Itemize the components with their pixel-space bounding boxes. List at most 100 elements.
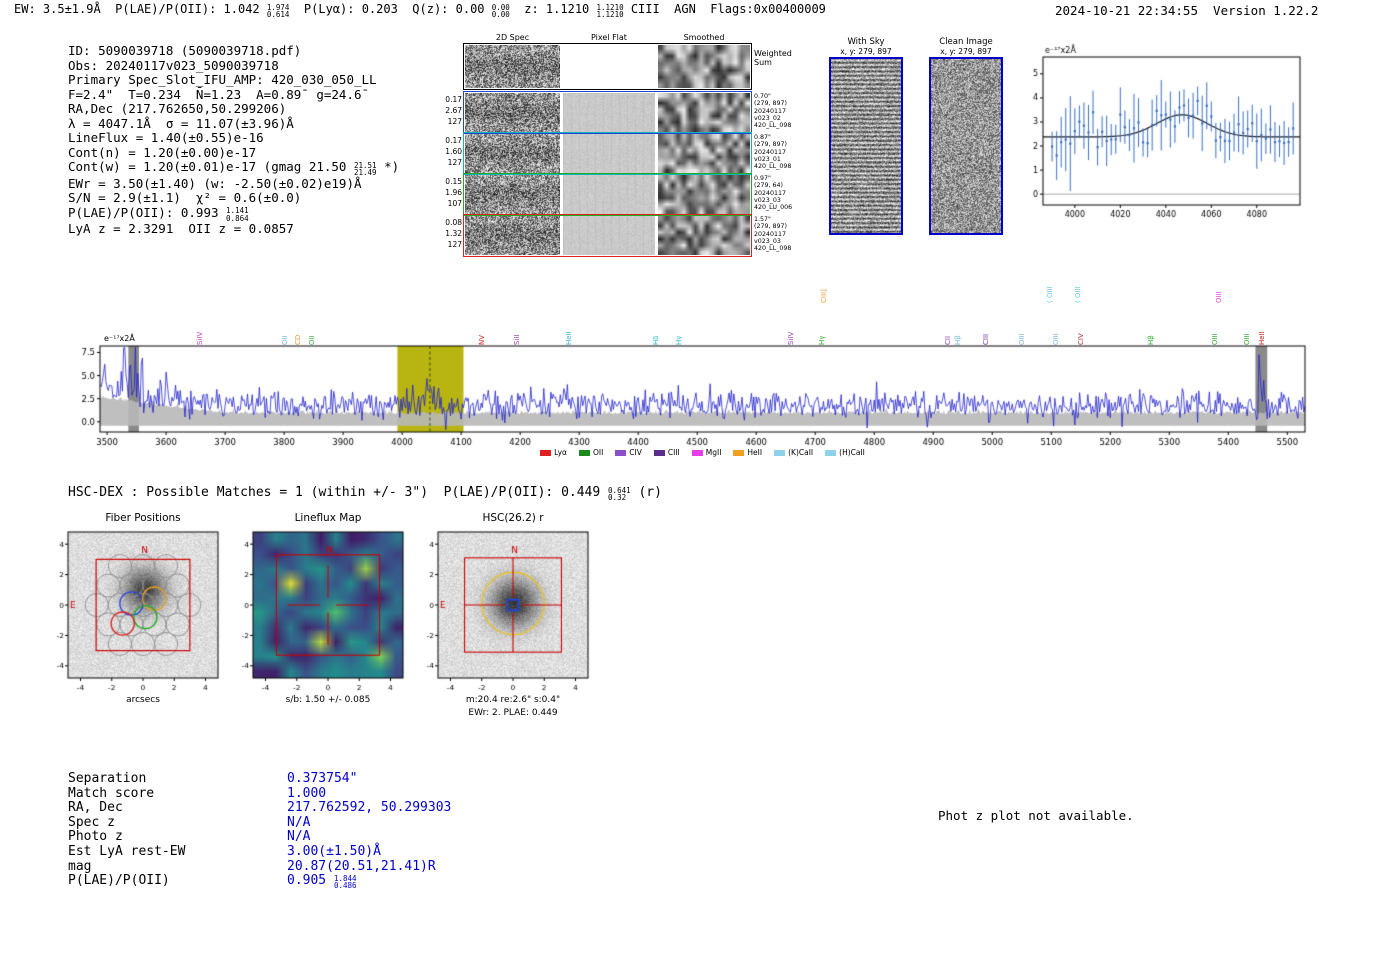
text-run: 3.00(±1.50)Å [287,843,381,859]
fiber-weight-labels: 0.15 1.96 107 [432,176,462,209]
value-uncertainty-range: 1.974 0.614 [266,2,290,19]
emission-line-label: ( OIII [1074,286,1083,303]
text-run: F=2.4" T=0.234 N̄=1.23 A=0.89̄ g=24.6̄ [68,86,362,102]
withsky-image [831,59,901,233]
info-line: P(LAE)/P(OII): 0.993 1.141 0.864 [68,204,399,222]
spectrum-legend: Lyα OII CIV CIII MgII HeII (K)CaII (H)CaII [80,448,1325,457]
fiber-annotation: 0.87" (279, 897) 20240117 v023_01 420_LL_098 [754,134,800,170]
legend-item: MgII [691,448,722,457]
legend-swatch [774,449,786,456]
fiber-annotation-line: 20240117 [754,148,787,156]
legend-label: CIII [667,448,680,457]
text-run: z: 1.1210 [509,2,597,16]
fiber-annotation: 0.70" (279, 897) 20240117 v023_02 420_LL_098 [754,93,800,129]
line-fit-plot [1020,42,1320,232]
match-label: Match score [68,785,155,801]
legend-label: MgII [705,448,722,457]
fiber-annotation-line: 0.97" [754,175,771,182]
fiber-weight-labels: 0.17 1.60 127 [432,135,462,168]
fiber-annotation-line: v023_02 [754,114,781,122]
fiber-annotation-line: (279, 64) [754,182,783,190]
match-value: 20.87(20.51,21.41)R [287,859,436,874]
legend-item: (H)CaII [825,448,865,457]
legend-swatch [578,449,590,456]
clean-image [931,59,1001,233]
info-line: S/N = 2.9(±1.1) χ² = 0.6(±0.0) [68,190,399,206]
info-line: λ = 4047.1Å σ = 11.07(±3.96)Å [68,116,399,132]
legend-item: (K)CaII [774,448,813,457]
fiber-annotation-line: v023_03 [754,237,781,245]
legend-swatch [540,449,552,456]
info-line: ID: 5090039718 (5090039718.pdf) [68,43,399,59]
text-run: CIII AGN Flags:0x00400009 [623,2,826,16]
fiber-weight-value: 0.17 [445,136,462,145]
fiber-annotation-line: v023_03 [754,196,781,204]
clean-title: Clean Image [939,37,993,47]
text-run: Cont(w) = 1.20(±0.01)e-17 (gmag 21.50 [68,159,354,175]
text-run: Primary Spec_Slot_IFU_AMP: 420_030_050_L… [68,72,377,88]
legend-label: Lyα [554,448,567,457]
legend-swatch [691,449,703,456]
spec2d-col-header-2dspec: 2D Spec [495,33,530,42]
match-label: Spec z [68,814,115,830]
fiber-weight-value: 107 [447,199,462,208]
legend-swatch [733,449,745,456]
legend-item: CIV [615,448,642,457]
hsc-cutout-sublabel: EWr: 2. PLAE: 0.449 [468,708,558,718]
fiber-weight-value: 1.96 [445,188,462,197]
hsc-cutout-xlabel: m:20.4 re:2.6" s:0.4" [465,695,561,705]
pixel-flat-image [563,175,655,214]
info-line: Cont(w) = 1.20(±0.01)e-17 (gmag 21.50 21… [68,159,400,178]
match-label: Separation [68,771,147,786]
lineflux-map-plot [225,525,415,693]
match-value: 3.00(±1.50)Å [287,844,381,859]
match-row: P(LAE)/P(OII) 0.905 1.844 0.486 [68,873,451,891]
emission-line-label: CIII] [819,289,828,303]
match-label: Photo z [68,829,123,845]
legend-label: (H)CaII [839,448,865,457]
text-run: ID: 5090039718 (5090039718.pdf) [68,43,302,58]
fiber-annotation: 1.57" (279, 897) 20240117 v023_03 420_LL_098 [754,216,800,252]
value-uncertainty-range: 0.641 0.32 [608,485,631,502]
spec2d-col-header-pixelflat: Pixel Flat [591,33,627,42]
match-row: Spec z N/A [68,814,451,831]
spec2d-image [465,216,560,255]
value-uncertainty-range: 1.844 0.486 [333,873,357,891]
fiber-positions-xlabel: arcsecs [126,695,160,705]
fiber-annotation-line: 420_LL_098 [754,122,792,130]
spec2d-col-header-smoothed: Smoothed [683,33,725,42]
legend-item: HeII [733,448,762,457]
text-run: *) [376,159,400,175]
fiber-annotation-line: 0.87" [754,134,771,141]
fiber-annotation-line: 20240117 [754,107,787,115]
text-run: P(LAE)/P(OII): 0.993 [68,204,227,220]
info-line: LineFlux = 1.40(±0.55)e-16 [68,131,399,146]
fiber-annotation-line: v023_01 [754,155,781,163]
info-line: EWr = 3.50(±1.40) (w: -2.50(±0.02)e19)Å [68,175,399,192]
fiber-annotation-line: 420_LU_006 [754,204,793,212]
fiber-weight-value: 0.08 [445,218,462,227]
text-run: EWr = 3.50(±1.40) (w: -2.50(±0.02)e19)Å [68,175,362,191]
fiber-weight-value: 2.67 [445,106,462,115]
detection-info-block: ID: 5090039718 (5090039718.pdf) Obs: 2024… [68,43,400,237]
match-label: RA, Dec [68,800,123,816]
info-line: RA,Dec (217.762650,50.299206) [68,101,399,117]
spec2d-image [465,93,560,132]
fiber-annotation-line: (279, 897) [754,100,787,108]
legend-swatch [825,449,837,456]
pixel-flat-image [563,134,655,173]
text-run: 0.905 [287,873,334,889]
fiber-positions-plot [40,525,230,693]
value-uncertainty-range: 21.51 21.49 [353,161,377,178]
match-row: RA, Dec 217.762592, 50.299303 [68,800,452,816]
legend-label: (K)CaII [788,448,814,457]
smoothed-image [658,93,750,132]
legend-item: OII [578,448,603,457]
fiber-annotation: Weighted Sum [754,49,800,67]
fiber-weight-value: 127 [447,158,462,167]
text-run: EW: 3.5±1.9Å P(LAE)/P(OII): 1.042 [14,2,267,16]
fiber-weight-value: 0.17 [445,95,462,104]
text-run: 0.373754" [287,771,358,786]
info-line: LyA z = 2.3291 OII z = 0.0857 [68,221,399,237]
text-run: 217.762592, 50.299303 [287,800,452,816]
